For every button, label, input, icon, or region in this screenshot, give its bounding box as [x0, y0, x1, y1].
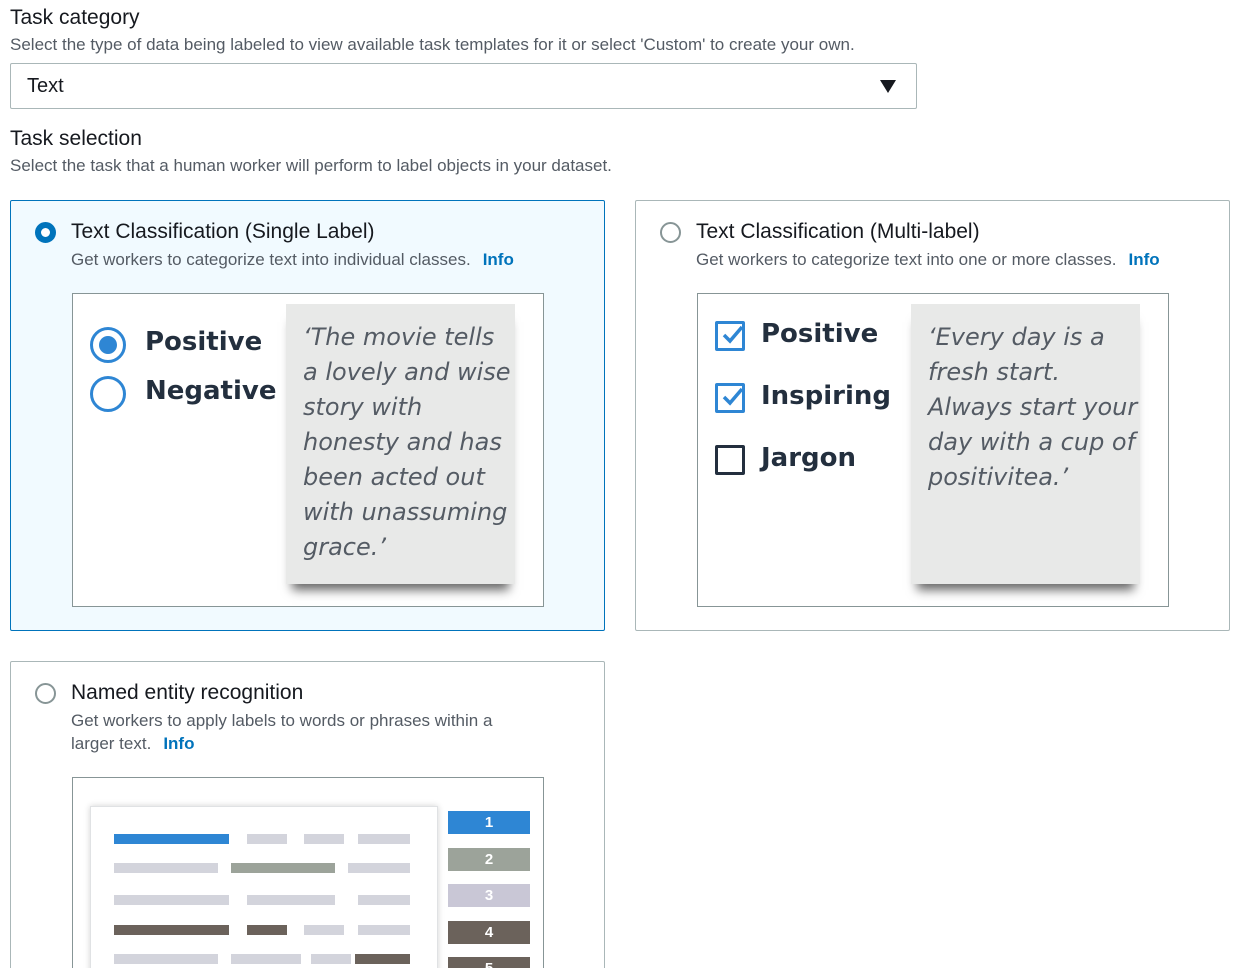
ner-text-bar — [114, 863, 218, 873]
preview-quote-text: ‘Every day is a fresh start. Always star… — [928, 323, 1138, 491]
ner-text-bar — [247, 895, 335, 905]
info-link[interactable]: Info — [483, 250, 514, 269]
task-selection-description: Select the task that a human worker will… — [10, 156, 612, 175]
ner-text-bar — [358, 834, 410, 844]
ner-label-tag: 5 — [448, 957, 530, 968]
task-card-title: Named entity recognition — [71, 681, 304, 704]
task-card-description-text: Get workers to categorize text into one … — [696, 250, 1117, 269]
ner-text-bar — [231, 954, 301, 964]
ner-text-bar — [358, 925, 410, 935]
task-category-selected-value: Text — [27, 74, 64, 97]
task-selection-title: Task selection — [10, 127, 142, 150]
ner-label-tag: 2 — [448, 848, 530, 871]
task-card-text-classification-multi[interactable]: Text Classification (Multi-label) Get wo… — [635, 200, 1230, 631]
task-category-title: Task category — [10, 6, 140, 29]
ner-label-tag: 3 — [448, 884, 530, 907]
radio-unselected-icon — [90, 376, 126, 412]
ner-text-bar — [311, 954, 351, 964]
task-preview-image: Positive Inspiring Jargon ‘Every day is … — [697, 293, 1169, 607]
checkbox-checked-icon — [715, 383, 745, 413]
task-category-description: Select the type of data being labeled to… — [10, 35, 855, 54]
task-radio-named-entity[interactable] — [35, 683, 56, 704]
ner-text-bar — [304, 925, 344, 935]
ner-text-bar — [304, 834, 344, 844]
dropdown-caret-icon — [880, 80, 896, 93]
task-card-description: Get workers to categorize text into indi… — [71, 248, 514, 271]
ner-text-bar — [114, 925, 229, 935]
preview-option-label: Jargon — [761, 443, 857, 473]
ner-text-bar — [358, 895, 410, 905]
task-card-title: Text Classification (Multi-label) — [696, 220, 980, 243]
ner-text-bar — [247, 925, 287, 935]
checkbox-unchecked-icon — [715, 445, 745, 475]
task-radio-single-label[interactable] — [35, 222, 56, 243]
task-radio-multi-label[interactable] — [660, 222, 681, 243]
checkbox-checked-icon — [715, 321, 745, 351]
task-card-description: Get workers to apply labels to words or … — [71, 709, 492, 755]
preview-option-label: Positive — [761, 319, 879, 349]
ner-label-tag: 4 — [448, 921, 530, 944]
task-card-description: Get workers to categorize text into one … — [696, 248, 1160, 271]
ner-text-bar — [355, 954, 410, 964]
task-card-title: Text Classification (Single Label) — [71, 220, 375, 243]
info-link[interactable]: Info — [163, 734, 194, 753]
task-category-select[interactable]: Text — [10, 63, 917, 109]
task-card-description-text: Get workers to categorize text into indi… — [71, 250, 471, 269]
ner-text-bar — [114, 895, 229, 905]
task-card-description-line2: larger text. — [71, 734, 152, 753]
preview-option-label: Inspiring — [761, 381, 892, 411]
task-card-description-line2-wrap: larger text. Info — [71, 732, 492, 755]
task-card-description-line1: Get workers to apply labels to words or … — [71, 711, 493, 730]
ner-text-bar — [348, 863, 410, 873]
ner-document-preview — [90, 806, 438, 968]
ner-text-bar — [247, 834, 287, 844]
preview-quote-text: ‘The movie tells a lovely and wise story… — [303, 323, 511, 561]
ner-label-tag: 1 — [448, 811, 530, 834]
radio-selected-icon — [90, 327, 126, 363]
preview-option-label: Positive — [145, 327, 263, 357]
ner-text-bar — [114, 834, 229, 844]
task-preview-image: 1 2 3 4 5 — [72, 777, 544, 968]
ner-text-bar — [231, 863, 335, 873]
preview-option-label: Negative — [145, 376, 277, 406]
info-link[interactable]: Info — [1128, 250, 1159, 269]
task-card-text-classification-single[interactable]: Text Classification (Single Label) Get w… — [10, 200, 605, 631]
task-card-named-entity-recognition[interactable]: Named entity recognition Get workers to … — [10, 661, 605, 968]
task-preview-image: Positive Negative ‘The movie tells a lov… — [72, 293, 544, 607]
ner-text-bar — [114, 954, 218, 964]
